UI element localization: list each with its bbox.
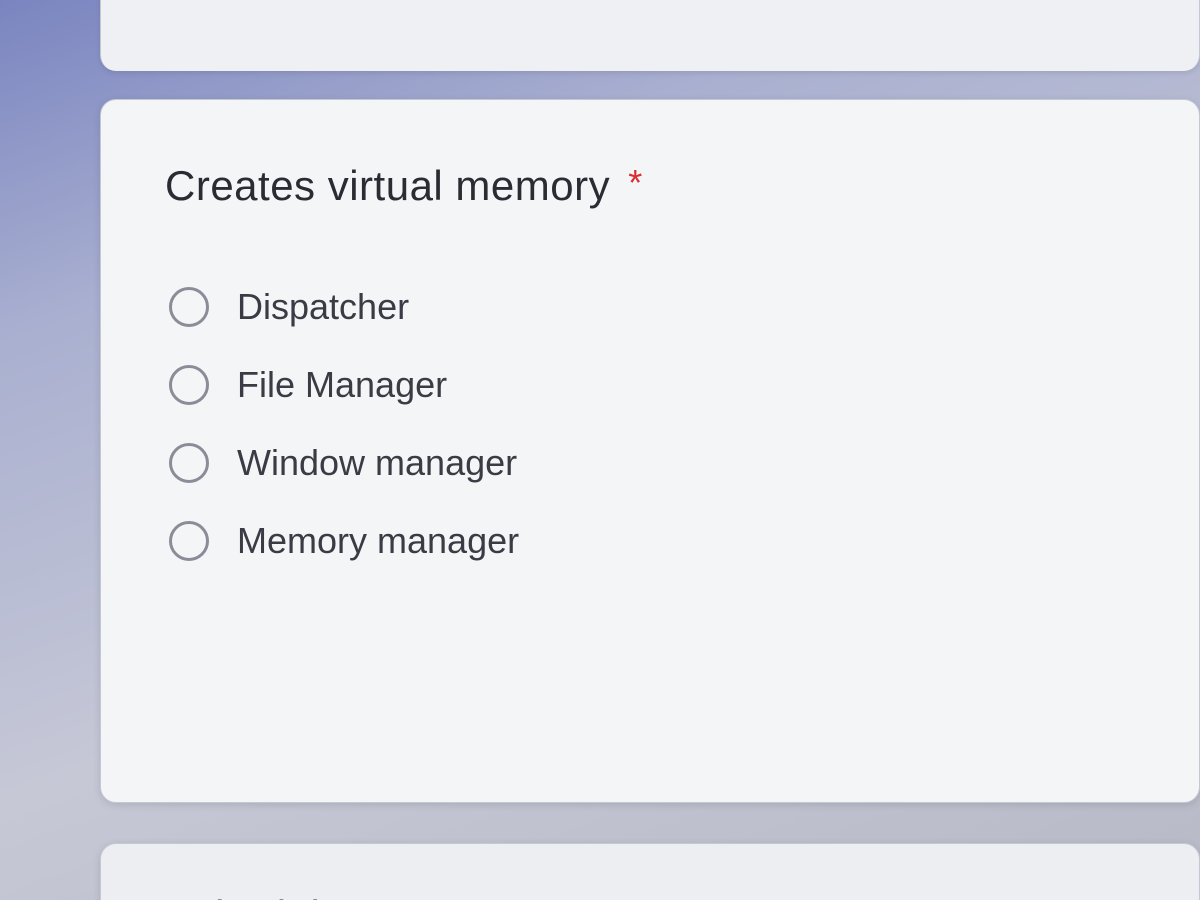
next-question-card: Scheduler * <box>100 843 1200 900</box>
card-gap <box>100 71 1200 99</box>
option-label: Memory manager <box>237 520 519 562</box>
question-title: Creates virtual memory * <box>165 162 1135 210</box>
options-group: Dispatcher File Manager Window manager M… <box>165 268 1135 580</box>
option-label: File Manager <box>237 364 447 406</box>
previous-question-card <box>100 0 1200 71</box>
question-title: Scheduler * <box>165 892 1135 900</box>
question-title-text: Creates virtual memory <box>165 162 610 209</box>
question-title-text: Scheduler <box>165 892 359 900</box>
option-file-manager[interactable]: File Manager <box>165 346 451 424</box>
required-marker: * <box>628 162 643 203</box>
option-label: Window manager <box>237 442 517 484</box>
option-dispatcher[interactable]: Dispatcher <box>165 268 413 346</box>
option-label: Dispatcher <box>237 286 409 328</box>
required-marker: * <box>377 892 392 900</box>
radio-icon[interactable] <box>169 365 209 405</box>
option-memory-manager[interactable]: Memory manager <box>165 502 523 580</box>
radio-icon[interactable] <box>169 287 209 327</box>
form-page: Creates virtual memory * Dispatcher File… <box>0 0 1200 900</box>
radio-icon[interactable] <box>169 521 209 561</box>
option-window-manager[interactable]: Window manager <box>165 424 521 502</box>
question-card: Creates virtual memory * Dispatcher File… <box>100 99 1200 803</box>
radio-icon[interactable] <box>169 443 209 483</box>
